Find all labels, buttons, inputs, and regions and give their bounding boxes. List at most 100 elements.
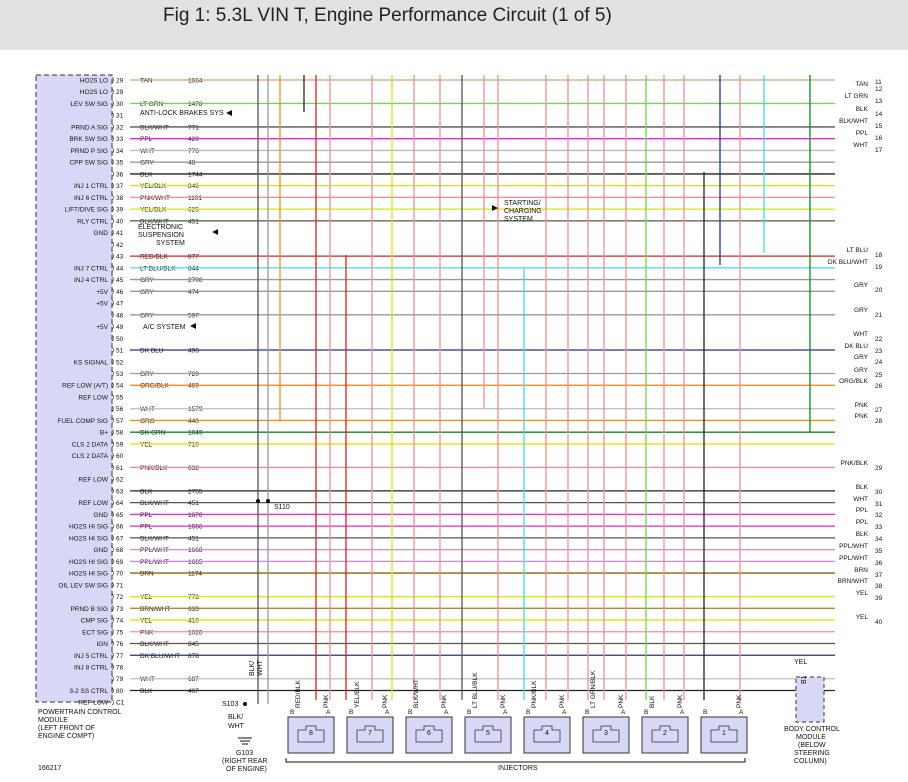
pcm-pin-number: 71 (116, 582, 124, 589)
circuit-number: 597 (188, 312, 199, 319)
pcm-pin-number: 33 (116, 136, 124, 143)
circuit-number: 625 (188, 207, 199, 214)
right-wire-number: 34 (875, 536, 883, 543)
right-wire-label: PPL/WHT (839, 555, 868, 562)
bcm-label-1: BODY CONTROL (784, 726, 840, 733)
right-wire-number: 20 (875, 287, 883, 294)
wire-color-label: WHT (140, 148, 155, 155)
circuit-number: 877 (188, 254, 199, 261)
injector-pin-b: B (467, 709, 471, 716)
pcm-pin-function: CLS 2 DATA (72, 453, 109, 460)
pcm-pin-number: 78 (116, 665, 124, 672)
pcm-pin-function: ECT SIG (82, 629, 108, 636)
pcm-pin-function: KS SIGNAL (74, 359, 109, 366)
right-wire-label: BLK/WHT (839, 118, 868, 125)
pcm-pin-function: HO2S HI SIG (69, 559, 108, 566)
pcm-pin-number: 62 (116, 477, 124, 484)
pcm-pin-number: 52 (116, 359, 124, 366)
wire-color-label: LT GRN (140, 101, 164, 108)
wire-color-label: WHT (140, 676, 155, 683)
pcm-pin-number: 35 (116, 160, 124, 167)
injector-pin-b: B (526, 709, 530, 716)
pcm-pin-function: HO2S HI SIG (69, 524, 108, 531)
pcm-pin-function: REF LOW (78, 500, 108, 507)
right-wire-label: YEL (856, 590, 869, 597)
circuit-number: 1665 (188, 559, 203, 566)
pcm-pin-number: 42 (116, 242, 124, 249)
right-wire-label: TAN (855, 81, 868, 88)
wire-color-label: GRY (140, 371, 155, 378)
right-wire-labels: 11 TAN 12 LT GRN 13 BLK 14 BLK/WHT 15 PPL 16 WHT 17 L… (828, 79, 883, 626)
pcm-pin-number: 64 (116, 500, 124, 507)
pcm-pin-function: OIL LEV SW SIG (58, 582, 108, 589)
pcm-pin-number: 73 (116, 606, 124, 613)
pcm-pin-function: HO2S HI SIG (69, 571, 108, 578)
injector-pin-b: B (644, 709, 648, 716)
injector-number: 4 (545, 730, 549, 737)
wire-color-label: ORG (140, 418, 155, 425)
s110-label: S110 (274, 504, 290, 511)
ground-wire-2: WHT (228, 723, 245, 730)
injector-pin-a: A (385, 709, 390, 716)
pcm-pin-number: 48 (116, 312, 124, 319)
wire-color-label: BRN (140, 571, 154, 578)
injector-5: 5 B APNK LT BLU/BLK (464, 672, 512, 754)
pcm-pin-function: INJ 4 CTRL (74, 277, 108, 284)
pcm-pin-function: BRK SW SIG (69, 136, 108, 143)
injector-wire-b: LT BLU/BLK (472, 672, 479, 708)
pcm-pin-number: 49 (116, 324, 124, 331)
pcm-pin-function: HO2S HI SIG (69, 535, 108, 542)
pcm-pin-number: 75 (116, 629, 124, 636)
injector-wire-b: LT GRN/BLK (590, 670, 597, 708)
right-wire-label: DK BLU/WHT (828, 259, 868, 266)
injector-group: 8B APNKRED/BLK7B APNKYEL/BLK6B APNKBLK/WHT5… (287, 670, 748, 754)
injector-wire-a: PNK (677, 694, 684, 708)
right-wire-label: WHT (853, 496, 868, 503)
right-wire-number: 13 (875, 98, 883, 105)
injector-number: 2 (663, 730, 667, 737)
injector-pin-b: B (585, 709, 589, 716)
right-wire-label: GRY (854, 354, 869, 361)
wire-color-label: YEL/BLK (140, 207, 167, 214)
es-line-1: ELECTRONIC (138, 224, 183, 231)
pcm-pin-function: PRND P SIG (71, 148, 108, 155)
circuit-number: 1670 (188, 512, 203, 519)
right-wire-number: 24 (875, 359, 883, 366)
right-wire-label: PPL (856, 130, 869, 137)
wiring-diagram: HO2S LO 29 TAN 1664HO2S LO 29LEV SW SIG 30 LT … (35, 74, 883, 773)
circuit-number: 1049 (188, 430, 203, 437)
right-wire-number: 38 (875, 583, 883, 590)
circuit-number: 440 (188, 418, 199, 425)
pcm-pin-number: 63 (116, 488, 124, 495)
injector-pin-a: A (503, 709, 508, 716)
right-wire-number: 25 (875, 372, 883, 379)
pcm-pin-function: INJ 6 CTRL (74, 195, 108, 202)
right-wire-number: 30 (875, 489, 883, 496)
pcm-pin-number: 76 (116, 641, 124, 648)
g103-line-3: OF ENGINE) (226, 766, 267, 773)
injectors-bracket (285, 758, 746, 763)
circuit-number: 633 (188, 606, 199, 613)
pcm-pin-function: IGN (96, 641, 108, 648)
s110-splice-dot-2 (266, 499, 270, 503)
pcm-label-3: (LEFT FRONT OF (38, 725, 95, 732)
injector-wire-a: PNK (441, 694, 448, 708)
injector-wire-a: PNK (618, 694, 625, 708)
pcm-pin-number: 59 (116, 441, 124, 448)
pcm-pin-number: 68 (116, 547, 124, 554)
injector-pin-a: A (621, 709, 626, 716)
right-wire-number: 19 (875, 264, 883, 271)
injectors-label: INJECTORS (498, 765, 538, 772)
injector-pin-b: B (408, 709, 412, 716)
s103-wire-1: BLK/ (249, 661, 256, 676)
ground-wire-1: BLK/ (228, 714, 243, 721)
right-wire-label: GRY (854, 367, 869, 374)
g103-line-1: G103 (236, 750, 253, 757)
circuit-number: 48 (188, 160, 196, 167)
circuit-number: 420 (188, 136, 199, 143)
injector-pin-a: A (680, 709, 685, 716)
circuit-number: 1664 (188, 78, 203, 85)
pcm-pin-number: 29 (116, 78, 124, 85)
pcm-pin-number: 31 (116, 113, 124, 120)
pcm-pin-function: INJ 1 CTRL (74, 183, 108, 190)
